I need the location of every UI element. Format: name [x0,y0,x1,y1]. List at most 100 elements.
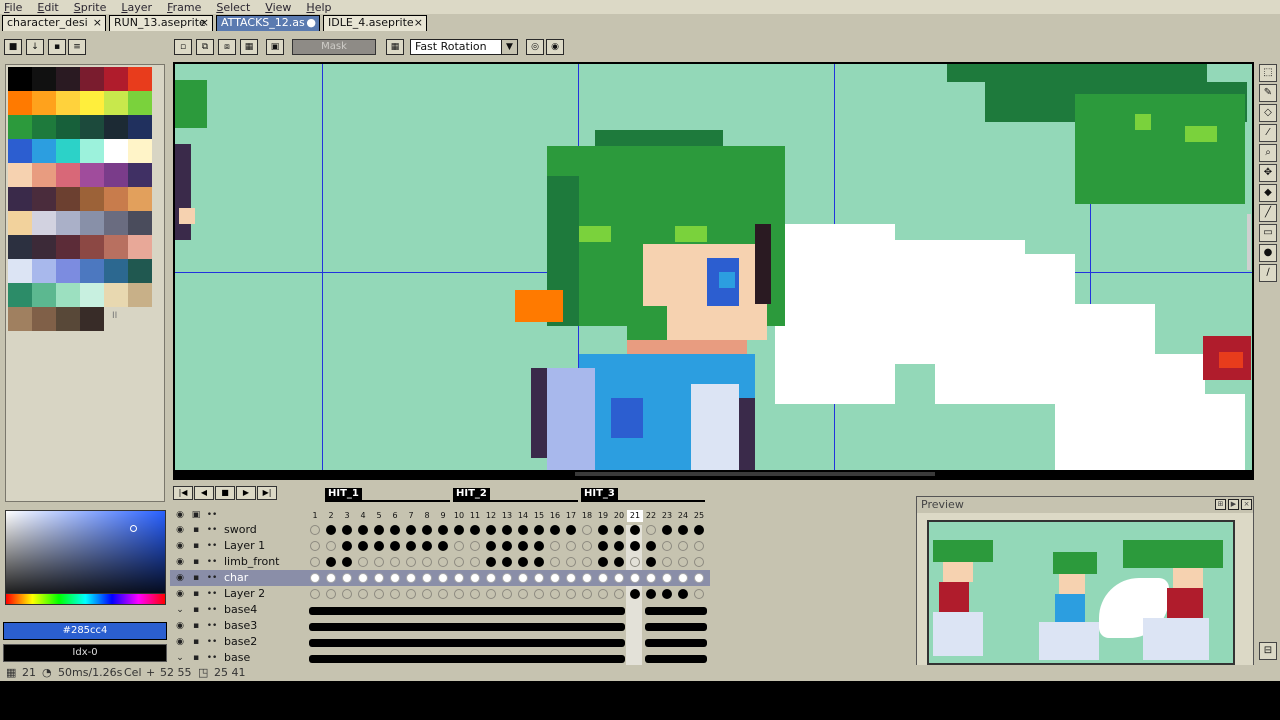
frame-number[interactable]: 24 [675,510,691,522]
menu-help[interactable]: Help [306,1,331,14]
tab-character-design[interactable]: character_desi × [2,15,106,31]
palette-swatch[interactable] [128,91,152,115]
palette-swatch[interactable] [32,67,56,91]
cel[interactable] [438,541,448,551]
cel[interactable] [438,589,448,599]
cel[interactable] [598,557,608,567]
palette-swatch[interactable] [8,211,32,235]
continuous-icon[interactable]: •• [206,572,218,584]
cel[interactable] [326,557,336,567]
palette-swatch[interactable] [80,187,104,211]
layer-name[interactable]: Layer 1 [224,539,304,553]
cel[interactable] [390,557,400,567]
cel[interactable] [310,525,320,535]
eyedropper-icon[interactable]: ⁄ [1259,124,1277,142]
palette-swatch[interactable] [32,91,56,115]
linked-cel-bar[interactable] [645,639,707,647]
cel[interactable] [678,541,688,551]
cel[interactable] [454,557,464,567]
cel[interactable] [630,525,640,535]
cel[interactable] [470,525,480,535]
palette-swatch[interactable] [104,115,128,139]
cel[interactable] [358,557,368,567]
palette-swatch[interactable] [104,163,128,187]
linked-cel-bar[interactable] [309,607,625,615]
lock-icon[interactable]: ▣ [190,509,202,521]
rotation-algorithm-select[interactable]: Fast Rotation ▼ [410,39,518,55]
cel[interactable] [486,573,496,583]
eye-icon[interactable]: ◉ [174,620,186,632]
cel[interactable] [662,589,672,599]
continuous-icon[interactable]: •• [206,556,218,568]
menu-icon[interactable]: ≡ [68,39,86,55]
frame-number[interactable]: 18 [579,510,595,522]
cel[interactable] [438,573,448,583]
palette-swatch[interactable] [32,307,56,331]
cel[interactable] [342,589,352,599]
cel[interactable] [598,573,608,583]
layer-name[interactable]: sword [224,523,304,537]
cel[interactable] [374,573,384,583]
preview-play-icon[interactable]: ▶ [1228,499,1239,510]
continuous-icon[interactable]: •• [206,636,218,648]
cel[interactable] [374,557,384,567]
toggle-timeline-icon[interactable]: ⊟ [1259,642,1277,660]
frame-number[interactable]: 25 [691,510,707,522]
eye-icon[interactable]: ◉ [174,588,186,600]
palette-swatch[interactable] [80,307,104,331]
horizontal-scrollbar[interactable] [175,470,1252,478]
cel[interactable] [646,541,656,551]
eye-icon[interactable]: ⌄ [174,604,186,616]
pencil-icon[interactable]: ✎ [1259,84,1277,102]
cel[interactable] [582,541,592,551]
cel[interactable] [310,589,320,599]
palette-swatch[interactable] [104,91,128,115]
cel[interactable] [518,525,528,535]
cel[interactable] [518,589,528,599]
bucket-icon[interactable]: ◆ [1259,184,1277,202]
layer-name[interactable]: char [224,571,304,585]
palette-swatch[interactable] [128,283,152,307]
next-frame-icon[interactable]: ▶ [236,486,256,500]
cel[interactable] [326,573,336,583]
palette-swatch[interactable] [80,163,104,187]
tab-run-13[interactable]: RUN_13.aseprite × [109,15,213,31]
sprite-canvas[interactable] [175,64,1252,470]
cel[interactable] [326,589,336,599]
continuous-icon[interactable]: •• [206,540,218,552]
cel[interactable] [566,589,576,599]
cel[interactable] [374,589,384,599]
cel[interactable] [614,573,624,583]
cel[interactable] [310,573,320,583]
selection-add-icon[interactable]: ⧉ [196,39,214,55]
cel[interactable] [630,541,640,551]
vertical-scrollbar[interactable] [1247,214,1251,270]
selection-replace-icon[interactable]: ▫ [174,39,192,55]
transparent-color-icon[interactable]: ▣ [266,39,284,55]
fill-icon[interactable]: ▪ [48,39,66,55]
cel[interactable] [694,557,704,567]
palette-swatch[interactable] [80,211,104,235]
cel[interactable] [342,557,352,567]
cel[interactable] [518,557,528,567]
linked-cel-bar[interactable] [645,623,707,631]
cel[interactable] [614,589,624,599]
eye-icon[interactable]: ◉ [174,524,186,536]
cel[interactable] [454,541,464,551]
cel[interactable] [678,573,688,583]
frame-number[interactable]: 22 [643,510,659,522]
palette-swatch[interactable] [104,259,128,283]
cel[interactable] [502,589,512,599]
cel[interactable] [550,541,560,551]
linked-cel-bar[interactable] [309,639,625,647]
palette-swatch[interactable] [128,187,152,211]
cel[interactable] [694,573,704,583]
cel[interactable] [662,525,672,535]
lock-icon[interactable]: ▪ [190,620,202,632]
layer-name[interactable]: limb_front [224,555,304,569]
cel[interactable] [550,589,560,599]
palette-swatch[interactable] [8,163,32,187]
cel[interactable] [390,573,400,583]
menu-layer[interactable]: Layer [121,1,152,14]
zoom-icon[interactable]: ⌕ [1259,144,1277,162]
